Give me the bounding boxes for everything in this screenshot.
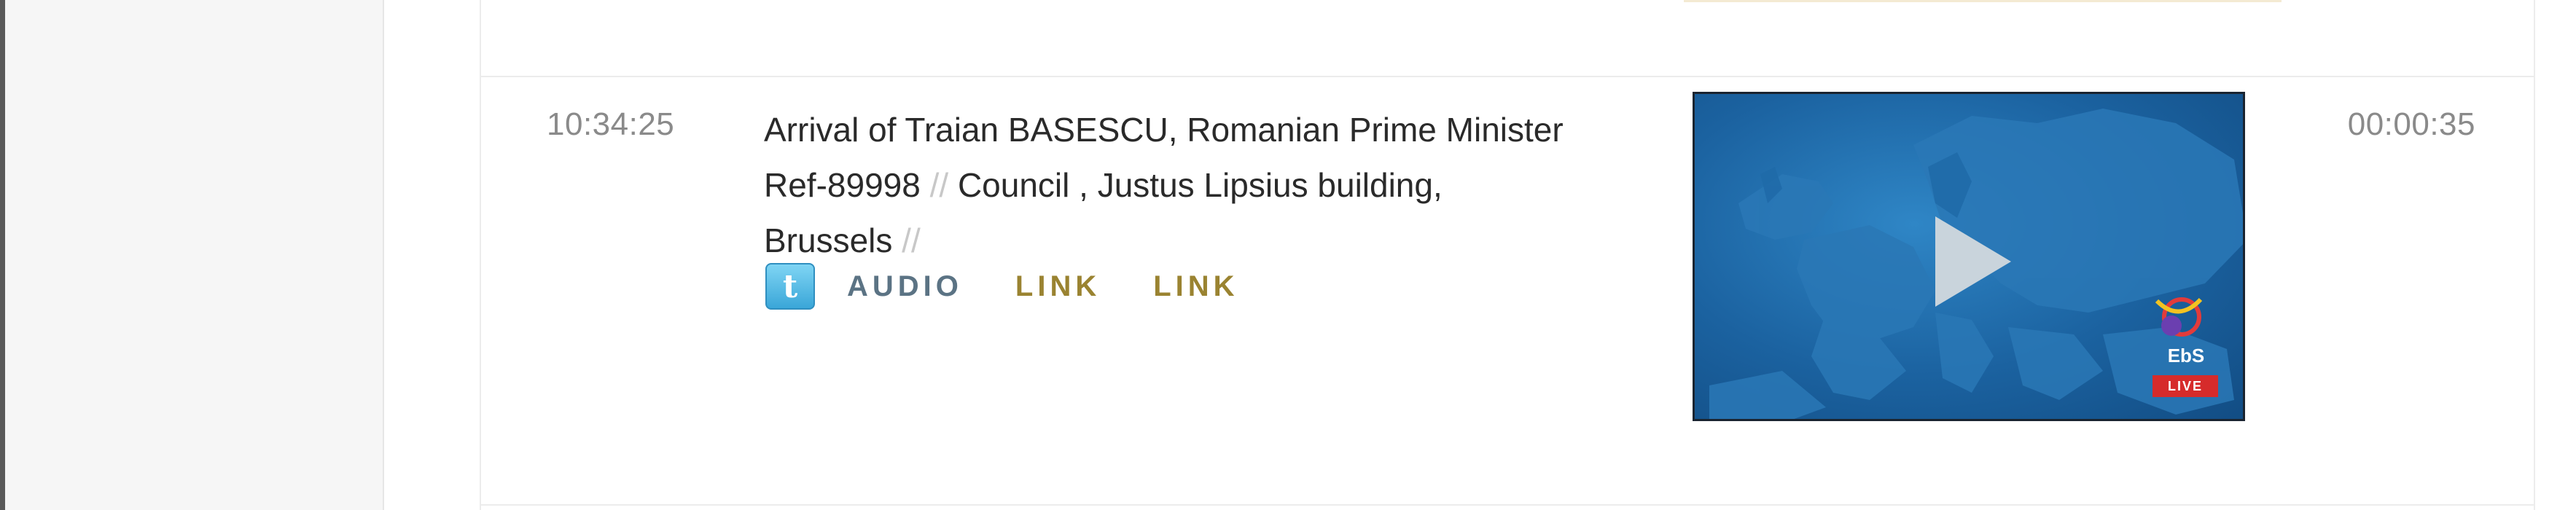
left-sidebar <box>5 0 384 510</box>
previous-row-edge <box>1684 0 2282 2</box>
location-text: Council , Justus Lipsius building, <box>957 166 1443 204</box>
audio-link[interactable]: AUDIO <box>847 270 963 303</box>
item-actions: t AUDIO LINK LINK <box>765 261 1292 312</box>
play-icon[interactable] <box>1935 216 2011 307</box>
row-divider <box>481 76 2534 77</box>
link-1[interactable]: LINK <box>1015 270 1101 303</box>
row-divider <box>481 504 2534 506</box>
ebs-logo-mark-icon <box>2155 297 2203 337</box>
link-2[interactable]: LINK <box>1153 270 1238 303</box>
location-city: Brussels <box>764 221 893 259</box>
separator: // <box>929 166 949 204</box>
reference-code: Ref-89998 <box>764 166 921 204</box>
programme-list: 10:34:25 Arrival of Traian BASESCU, Roma… <box>480 0 2535 510</box>
item-location-line: Brussels // <box>764 213 1675 268</box>
start-time: 10:34:25 <box>547 106 675 142</box>
twitter-icon: t <box>782 267 798 305</box>
live-badge: LIVE <box>2152 375 2218 397</box>
item-description: Arrival of Traian BASESCU, Romanian Prim… <box>764 102 1675 268</box>
window-frame-left <box>0 0 5 510</box>
item-reference-line: Ref-89998 // Council , Justus Lipsius bu… <box>764 157 1675 213</box>
video-thumbnail[interactable]: EbS LIVE <box>1693 92 2245 421</box>
ebs-logo-icon: EbS LIVE <box>2150 294 2222 403</box>
separator: // <box>902 221 921 259</box>
item-title: Arrival of Traian BASESCU, Romanian Prim… <box>764 111 1564 149</box>
clip-duration: 00:00:35 <box>2347 106 2475 142</box>
ebs-logo-text: EbS <box>2167 345 2205 366</box>
twitter-share-button[interactable]: t <box>765 263 815 310</box>
